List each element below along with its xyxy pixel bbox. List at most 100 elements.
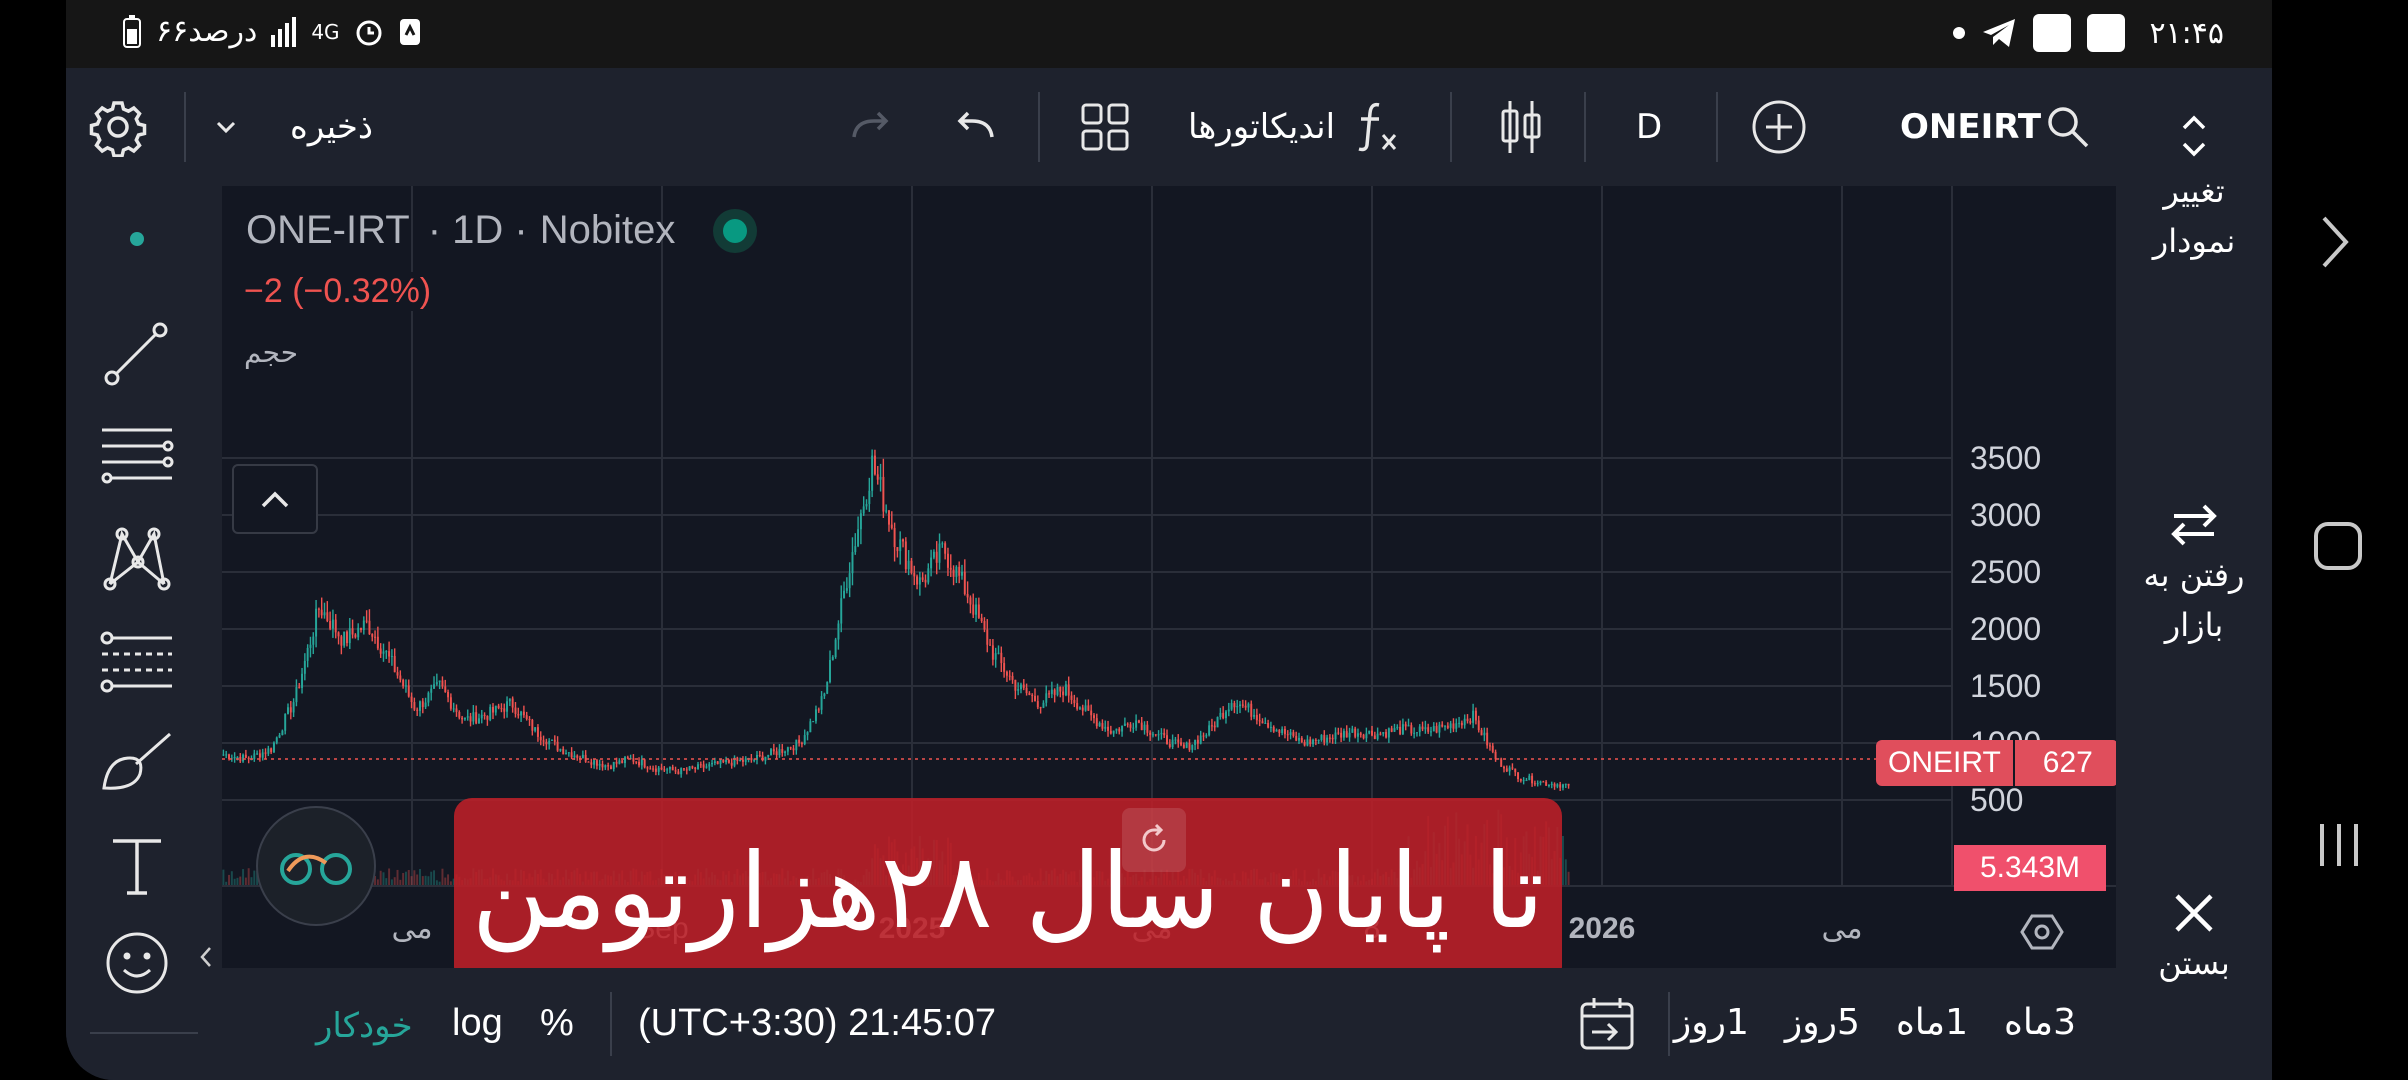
- candle-body: [1379, 733, 1382, 735]
- candle-body: [1547, 785, 1550, 787]
- candle-body: [1472, 710, 1475, 723]
- chart-area[interactable]: 500100015002000250030003500 میSep2025می8…: [222, 186, 2116, 968]
- volume-bar: [1561, 835, 1564, 886]
- axis-settings-button[interactable]: [2020, 912, 2064, 952]
- candle-body: [1056, 687, 1059, 695]
- candle-body: [1267, 722, 1270, 728]
- candle-body: [1292, 732, 1295, 736]
- range-1-day[interactable]: 1روز: [1674, 1002, 1749, 1043]
- range-3-month[interactable]: 3ماه: [2004, 1002, 2076, 1043]
- app-logo-button[interactable]: [256, 806, 376, 926]
- candle-body: [1095, 718, 1098, 727]
- volume-bar: [441, 868, 444, 886]
- candle-body: [725, 759, 728, 763]
- candle-body: [798, 739, 801, 744]
- drawing-toolbar: [66, 186, 222, 1080]
- timezone-clock[interactable]: (UTC+3:30) 21:45:07: [638, 1002, 996, 1045]
- candles-icon: [1501, 101, 1541, 153]
- symbol-search-button[interactable]: ONEIRT: [1900, 68, 2091, 186]
- percent-scale-button[interactable]: %: [540, 1002, 574, 1045]
- candle-body: [222, 754, 225, 756]
- candle-body: [413, 702, 416, 710]
- candle-body: [362, 620, 365, 630]
- candle-body: [407, 685, 410, 697]
- text-tool[interactable]: [100, 828, 174, 902]
- candle-body: [1283, 728, 1286, 735]
- candle-body: [652, 768, 655, 770]
- reset-chart-button[interactable]: [1122, 808, 1186, 872]
- candle-body: [722, 759, 725, 763]
- go-to-market-button[interactable]: رفتن به بازار: [2116, 500, 2272, 650]
- candle-body: [851, 552, 854, 574]
- change-chart-button[interactable]: تغییر نمودار: [2116, 106, 2272, 266]
- trend-line-tool[interactable]: [100, 318, 174, 392]
- volume-bar: [419, 869, 421, 886]
- candle-body: [1129, 724, 1132, 728]
- range-5-day[interactable]: 5روز: [1785, 1002, 1860, 1043]
- candle-body: [1373, 735, 1376, 739]
- add-symbol-button[interactable]: [1750, 68, 1808, 186]
- candle-body: [298, 687, 301, 689]
- close-button[interactable]: بستن: [2116, 888, 2272, 988]
- candle-body: [1469, 721, 1472, 723]
- chart-type-button[interactable]: [1496, 68, 1546, 186]
- candle-body: [1064, 684, 1067, 696]
- candle-body: [1300, 737, 1303, 743]
- candle-body: [536, 727, 539, 737]
- undo-button[interactable]: [950, 68, 1000, 186]
- candle-body: [986, 629, 989, 645]
- network-type: 4G: [311, 19, 340, 44]
- prediction-tool[interactable]: [100, 624, 174, 698]
- crosshair-tool[interactable]: [100, 202, 174, 276]
- candle-body: [1185, 742, 1188, 748]
- telegram-icon: [1981, 17, 2017, 49]
- log-scale-button[interactable]: log: [452, 1002, 503, 1045]
- candle-body: [1539, 781, 1542, 784]
- interval-button[interactable]: D: [1636, 68, 1662, 186]
- candle-body: [989, 644, 992, 646]
- candle-body: [1210, 725, 1213, 727]
- status-bar: ۶۶درصد 4G ۲۱:۴۵: [66, 0, 2272, 68]
- layout-button[interactable]: [1080, 68, 1130, 186]
- volume-bar: [239, 876, 242, 886]
- candle-body: [402, 679, 405, 687]
- candle-body: [284, 713, 287, 731]
- home-button[interactable]: [2312, 520, 2364, 572]
- redo-button[interactable]: [846, 68, 896, 186]
- candle-body: [649, 768, 652, 770]
- candle-body: [309, 644, 312, 648]
- candle-body: [1556, 784, 1559, 787]
- candle-body: [427, 692, 430, 703]
- candle-body: [1264, 722, 1267, 724]
- candle-body: [741, 759, 744, 762]
- app-notification-icon: [398, 17, 422, 47]
- candle-body: [1289, 732, 1292, 735]
- brush-tool[interactable]: [100, 726, 174, 800]
- candle-body: [1505, 768, 1508, 772]
- save-dropdown[interactable]: ذخیره: [206, 68, 373, 186]
- fib-tool[interactable]: [100, 418, 174, 492]
- range-1-month[interactable]: 1ماه: [1896, 1002, 1968, 1043]
- up-down-chevron-icon: [2182, 115, 2206, 157]
- candle-body: [963, 571, 966, 595]
- candle-body: [331, 619, 334, 629]
- pattern-tool[interactable]: [100, 522, 174, 596]
- candle-body: [789, 747, 792, 749]
- emoji-tool[interactable]: [100, 926, 174, 1000]
- toolbar-divider: [1038, 92, 1040, 162]
- price-tick-label: 1500: [1970, 668, 2041, 704]
- candle-body: [1008, 675, 1011, 677]
- candle-body: [1118, 728, 1121, 732]
- back-button[interactable]: [2314, 212, 2354, 272]
- candle-body: [615, 761, 618, 764]
- candle-body: [1213, 725, 1216, 728]
- auto-scale-button[interactable]: خودکار: [316, 1006, 413, 1046]
- indicators-button[interactable]: اندیکاتورها: [1188, 68, 1403, 186]
- recents-button[interactable]: [2314, 820, 2364, 870]
- settings-button[interactable]: [88, 68, 148, 186]
- candle-body: [1140, 722, 1143, 731]
- collapse-legend-button[interactable]: [232, 464, 318, 534]
- collapse-tools-button[interactable]: [198, 944, 214, 970]
- candle-body: [983, 621, 986, 630]
- go-to-date-button[interactable]: [1578, 996, 1636, 1054]
